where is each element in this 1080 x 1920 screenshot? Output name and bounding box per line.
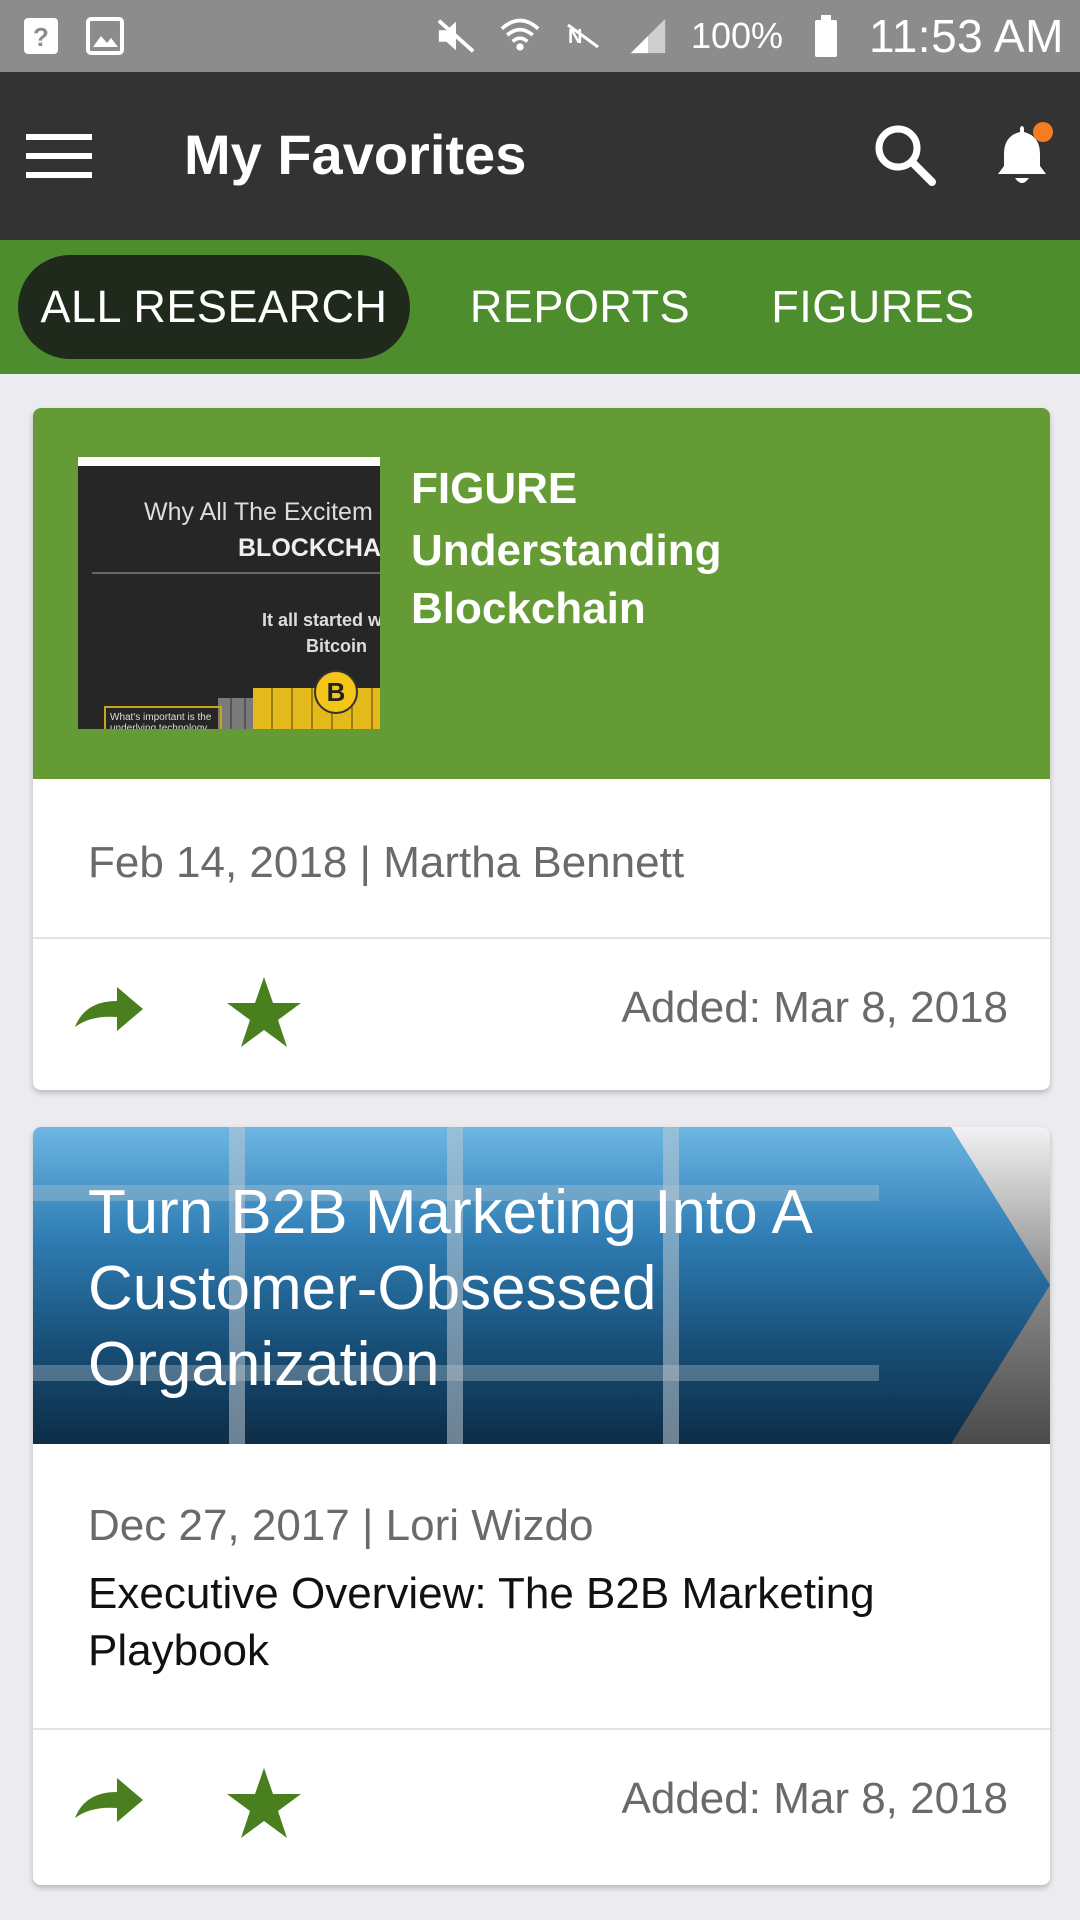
card-header[interactable]: Turn B2B Marketing Into A Customer-Obses…: [33, 1127, 1050, 1444]
status-time: 11:53 AM: [869, 10, 1064, 62]
share-icon: [75, 987, 143, 1031]
menu-button[interactable]: [24, 126, 94, 186]
share-icon: [75, 1778, 143, 1822]
favorite-star-button[interactable]: [225, 1766, 303, 1840]
card-actions: Added: Mar 8, 2018: [33, 1730, 1050, 1880]
battery-icon: [805, 15, 847, 57]
notifications-button[interactable]: [988, 120, 1058, 190]
image-icon: [84, 15, 126, 57]
page-title: My Favorites: [184, 123, 527, 186]
status-bar: ? N 100% 11:53 AM: [0, 0, 1080, 72]
card-meta: Dec 27, 2017 | Lori Wizdo: [88, 1501, 594, 1550]
app-bar: My Favorites: [0, 72, 1080, 240]
card-header-title: Turn B2B Marketing Into A Customer-Obses…: [88, 1178, 810, 1399]
thumbnail-text: It all started w: [262, 610, 380, 630]
research-card[interactable]: Turn B2B Marketing Into A Customer-Obses…: [33, 1127, 1050, 1885]
added-date: Added: Mar 8, 2018: [621, 983, 1008, 1032]
share-button[interactable]: [73, 979, 145, 1039]
status-bar-left: ?: [20, 15, 126, 57]
wifi-icon: [499, 15, 541, 57]
thumbnail-caption: What's important is the underlying techn…: [104, 706, 222, 729]
tab-figures[interactable]: FIGURES: [758, 255, 988, 359]
favorite-star-button[interactable]: [225, 975, 303, 1049]
card-title: Understanding Blockchain: [411, 526, 722, 633]
share-button[interactable]: [73, 1770, 145, 1830]
bell-icon: [998, 122, 1053, 183]
svg-text:?: ?: [33, 22, 49, 52]
card-title: Executive Overview: The B2B Marketing Pl…: [88, 1569, 875, 1675]
status-bar-right: N 100% 11:53 AM: [435, 9, 1064, 63]
search-icon: [875, 125, 936, 186]
tab-reports[interactable]: REPORTS: [452, 255, 708, 359]
figure-thumbnail: Why All The Excitem BLOCKCHA It all star…: [78, 457, 380, 729]
notification-dot: [1033, 122, 1053, 142]
thumbnail-divider: [92, 572, 380, 574]
research-card[interactable]: Why All The Excitem BLOCKCHA It all star…: [33, 408, 1050, 1090]
card-header[interactable]: Why All The Excitem BLOCKCHA It all star…: [33, 408, 1050, 779]
card-meta: Feb 14, 2018 | Martha Bennett: [88, 838, 685, 887]
header-chevron: [951, 1127, 1050, 1444]
help-icon: ?: [20, 15, 62, 57]
added-date: Added: Mar 8, 2018: [621, 1774, 1008, 1823]
mute-icon: [435, 15, 477, 57]
menu-icon: [26, 134, 92, 178]
star-icon: [227, 1768, 301, 1838]
battery-percent: 100%: [690, 15, 784, 56]
content-type-label: FIGURE: [411, 464, 578, 513]
thumbnail-text: BLOCKCHA: [238, 534, 380, 562]
tab-bar: ALL RESEARCH REPORTS FIGURES: [0, 240, 1080, 374]
search-button[interactable]: [870, 120, 940, 190]
thumbnail-blocks: [218, 698, 258, 729]
card-actions: Added: Mar 8, 2018: [33, 939, 1050, 1089]
star-icon: [227, 977, 301, 1047]
thumbnail-text: Why All The Excitem: [144, 498, 373, 526]
nfc-off-icon: N: [563, 15, 605, 57]
thumbnail-text: Bitcoin: [306, 636, 367, 656]
bitcoin-icon: B: [314, 670, 358, 714]
signal-icon: [627, 15, 669, 57]
tab-all-research[interactable]: ALL RESEARCH: [18, 255, 410, 359]
